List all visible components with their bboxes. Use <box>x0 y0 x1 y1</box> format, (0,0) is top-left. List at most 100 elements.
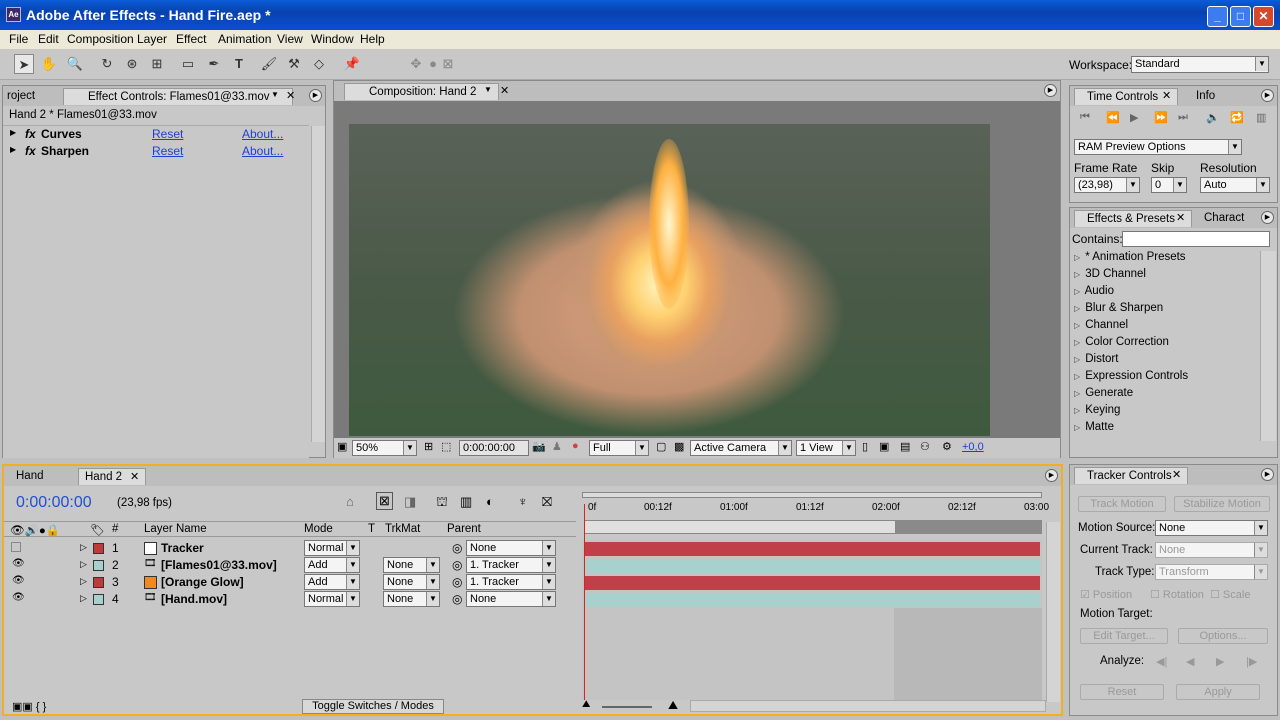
edit-target-button[interactable]: Edit Target... <box>1080 628 1168 644</box>
close-tab-icon[interactable]: ✕ <box>286 89 295 102</box>
rotation-tool-icon[interactable]: ↻ <box>97 54 117 74</box>
list-item[interactable]: ▷ Expression Controls <box>1074 370 1188 386</box>
layer-duration-bar[interactable] <box>584 576 1040 590</box>
current-time-indicator[interactable] <box>584 504 585 700</box>
menu-help[interactable]: Help <box>360 32 385 46</box>
layer-name[interactable]: [Orange Glow] <box>161 575 244 589</box>
panel-menu-icon[interactable]: ▶ <box>1261 468 1274 481</box>
track-type-dropdown[interactable]: Transform ▼ <box>1155 564 1268 580</box>
timeline-icon[interactable]: ▤ <box>900 440 910 453</box>
vertical-scrollbar[interactable] <box>1260 251 1276 441</box>
ram-preview-icon[interactable]: ▥ <box>1256 111 1266 124</box>
tab-character[interactable]: Charact <box>1198 210 1250 227</box>
safe-zones-icon[interactable]: ⊞ <box>424 440 433 453</box>
menu-edit[interactable]: Edit <box>38 32 59 46</box>
analyze-forward-icon[interactable]: ▶ <box>1216 655 1224 668</box>
mask-visibility-icon[interactable]: ⬚ <box>441 440 451 453</box>
tab-hand[interactable]: Hand <box>10 468 50 485</box>
transparency-grid-icon[interactable]: ▩ <box>674 440 684 453</box>
parent-dropdown[interactable]: 1. Tracker ▼ <box>466 574 556 590</box>
parent-dropdown[interactable]: None ▼ <box>466 540 556 556</box>
tab-composition[interactable]: Composition: Hand 2 <box>344 83 499 100</box>
close-button[interactable]: ✕ <box>1253 6 1274 27</box>
menu-view[interactable]: View <box>277 32 303 46</box>
effect-row[interactable]: ▶ fx Curves Reset About... <box>3 126 309 143</box>
vertical-scrollbar[interactable] <box>311 126 325 442</box>
previous-frame-icon[interactable]: ⏪ <box>1106 111 1120 124</box>
stabilize-motion-button[interactable]: Stabilize Motion <box>1174 496 1270 512</box>
close-tab-icon[interactable]: ✕ <box>1162 89 1171 102</box>
current-track-dropdown[interactable]: None ▼ <box>1155 542 1268 558</box>
options-button[interactable]: Options... <box>1178 628 1268 644</box>
next-frame-icon[interactable]: ⏩ <box>1154 111 1168 124</box>
eye-icon[interactable]: 👁 <box>12 592 25 603</box>
play-icon[interactable]: ▶ <box>1130 111 1138 124</box>
close-tab-icon[interactable]: ✕ <box>130 470 139 483</box>
analyze-backward-icon[interactable]: ◀ <box>1186 655 1194 668</box>
list-item[interactable]: ▷ Generate <box>1074 387 1133 403</box>
channels-icon[interactable]: ● <box>572 440 579 452</box>
layer-duration-bar[interactable] <box>584 559 1040 573</box>
pan-behind-icon[interactable]: ⊞ <box>147 54 167 74</box>
layer-duration-bar[interactable] <box>584 593 1040 607</box>
panel-menu-icon[interactable]: ▶ <box>1261 211 1274 224</box>
eraser-tool-icon[interactable]: ◇ <box>309 54 329 74</box>
trkmat-dropdown[interactable]: None ▼ <box>383 574 440 590</box>
zoom-tool-icon[interactable]: 🔍 <box>65 54 85 74</box>
analyze-back-frame-icon[interactable]: ◀| <box>1156 655 1167 668</box>
toggle-panes-icon[interactable]: ▣▣ { } <box>12 700 46 713</box>
exposure-value[interactable]: +0,0 <box>962 441 984 453</box>
layer-name[interactable]: [Flames01@33.mov] <box>161 558 277 572</box>
table-row[interactable]: 👁 ▷ 4 🎞 [Hand.mov] Normal ▼ None ▼ ◎ None ▼ <box>4 591 576 608</box>
expand-icon[interactable]: ▶ <box>10 145 16 154</box>
vertical-scrollbar[interactable] <box>1046 522 1060 702</box>
list-item[interactable]: ▷ * Animation Presets <box>1074 251 1186 267</box>
horizontal-scrollbar[interactable] <box>690 700 1046 712</box>
clone-stamp-icon[interactable]: ⚒ <box>284 54 304 74</box>
list-item[interactable]: ▷ Color Correction <box>1074 336 1169 352</box>
fx-icon[interactable]: fx <box>25 127 36 141</box>
pick-whip-icon[interactable]: ◎ <box>452 541 462 555</box>
list-item[interactable]: ▷ Blur & Sharpen <box>1074 302 1163 318</box>
time-navigator[interactable] <box>582 492 1042 498</box>
magnification-dropdown[interactable]: 50% ▼ <box>352 440 417 456</box>
tab-info[interactable]: Info <box>1190 88 1221 105</box>
mode-dropdown[interactable]: Add ▼ <box>304 557 360 573</box>
region-of-interest-icon[interactable]: ▢ <box>656 440 666 453</box>
skip-dropdown[interactable]: 0 ▼ <box>1151 177 1187 193</box>
close-tab-icon[interactable]: ✕ <box>1176 211 1185 224</box>
type-tool-icon[interactable]: T <box>229 54 249 74</box>
expand-icon[interactable]: ▷ <box>80 559 87 570</box>
effect-reset-link[interactable]: Reset <box>152 127 183 141</box>
effect-reset-link[interactable]: Reset <box>152 144 183 158</box>
puppet-pin-icon[interactable]: 📌 <box>342 54 362 74</box>
analyze-forward-frame-icon[interactable]: |▶ <box>1246 655 1257 668</box>
current-time-field[interactable]: 0:00:00:00 <box>459 440 529 456</box>
label-color-swatch[interactable] <box>93 560 104 571</box>
loop-icon[interactable]: 🔁 <box>1230 111 1244 124</box>
maximize-button[interactable]: □ <box>1230 6 1251 27</box>
zoom-out-icon[interactable]: ⛰ <box>582 699 590 710</box>
parent-dropdown[interactable]: 1. Tracker ▼ <box>466 557 556 573</box>
workspace-dropdown[interactable]: Standard ▼ <box>1131 56 1269 73</box>
tab-dropdown-icon[interactable]: ▼ <box>484 85 492 94</box>
timeline-current-time[interactable]: 0:00:00:00 <box>16 494 92 512</box>
video-switch[interactable] <box>11 542 21 552</box>
always-preview-icon[interactable]: ▣ <box>337 440 347 453</box>
table-row[interactable]: 👁 ▷ 3 [Orange Glow] Add ▼ None ▼ ◎ 1. Trac… <box>4 574 576 591</box>
pick-whip-icon[interactable]: ◎ <box>452 558 462 572</box>
rotation-checkbox[interactable]: ☐ Rotation <box>1150 588 1204 601</box>
scale-checkbox[interactable]: ☐ Scale <box>1210 588 1250 601</box>
ram-preview-options-dropdown[interactable]: RAM Preview Options ▼ <box>1074 139 1242 155</box>
axis-view-icon[interactable]: ⊠ <box>438 54 458 74</box>
time-ruler[interactable]: 0f 00:12f 01:00f 01:12f 02:00f 02:12f 03… <box>582 488 1049 534</box>
brush-tool-icon[interactable]: 🖌 <box>259 54 279 74</box>
composition-viewer[interactable] <box>349 124 990 436</box>
effect-about-link[interactable]: About... <box>242 127 283 141</box>
view-layout-dropdown[interactable]: 1 View ▼ <box>796 440 856 456</box>
toggle-switches-modes-button[interactable]: Toggle Switches / Modes <box>302 699 444 714</box>
pick-whip-icon[interactable]: ◎ <box>452 575 462 589</box>
graph-editor-icon[interactable]: ♆ <box>518 494 528 509</box>
mode-dropdown[interactable]: Normal ▼ <box>304 540 360 556</box>
show-snapshot-icon[interactable]: ♟ <box>552 440 562 453</box>
